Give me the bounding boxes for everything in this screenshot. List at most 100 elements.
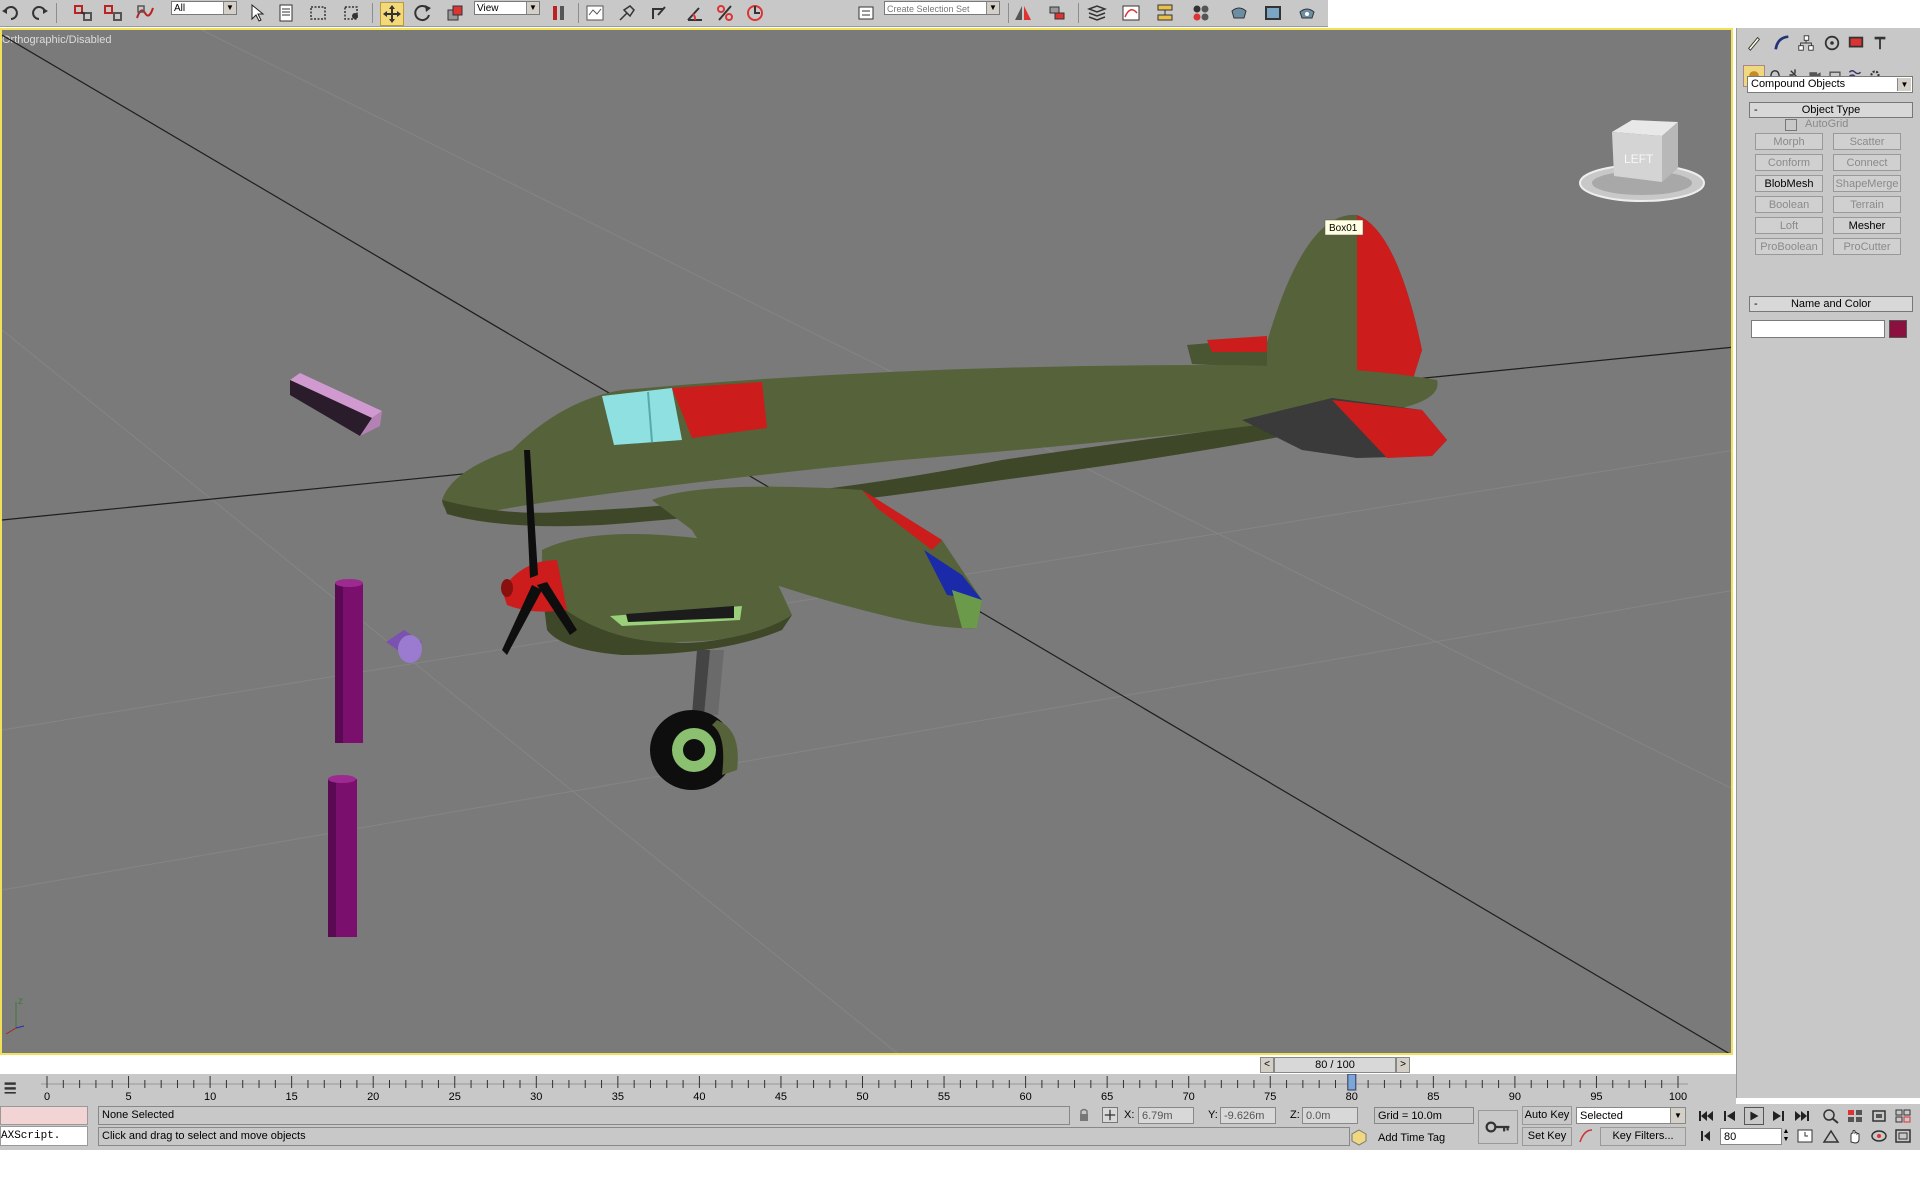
timeline-tick-label: 65 — [1101, 1091, 1113, 1103]
angle-snap-icon[interactable] — [684, 2, 706, 24]
modify-tab-icon[interactable] — [1771, 32, 1793, 54]
rectangular-region-icon[interactable] — [307, 2, 329, 24]
next-key-icon[interactable] — [1768, 1108, 1788, 1124]
select-link-icon[interactable] — [72, 2, 94, 24]
viewcube[interactable]: LEFT — [1579, 120, 1705, 202]
object-name-field[interactable] — [1751, 320, 1885, 338]
next-frame-icon[interactable]: > — [1396, 1057, 1410, 1073]
conform-button[interactable]: Conform — [1755, 154, 1823, 171]
mirror-icon[interactable] — [1012, 2, 1034, 24]
timeline-ruler[interactable]: 0 5 10 15 20 25 30 35 40 45 50 55 60 65 70 75 80 85 90 95 10… — [0, 1074, 1736, 1104]
select-manipulate-icon[interactable] — [584, 2, 606, 24]
zoom-extents-all-icon[interactable] — [1894, 1108, 1912, 1124]
morph-button[interactable]: Morph — [1755, 133, 1823, 150]
selection-status: None Selected — [98, 1106, 1070, 1125]
pan-view-icon[interactable] — [1846, 1128, 1864, 1144]
default-tangents-icon[interactable] — [1578, 1128, 1594, 1144]
window-crossing-icon[interactable] — [341, 2, 363, 24]
scatter-button[interactable]: Scatter — [1833, 133, 1901, 150]
blobmesh-button[interactable]: BlobMesh — [1755, 175, 1823, 192]
connect-button[interactable]: Connect — [1833, 154, 1901, 171]
maximize-viewport-icon[interactable] — [1894, 1128, 1912, 1144]
svg-text:Box01: Box01 — [1329, 223, 1358, 234]
object-color-swatch[interactable] — [1889, 320, 1907, 338]
terrain-button[interactable]: Terrain — [1833, 196, 1901, 213]
undo-icon[interactable] — [0, 2, 22, 24]
auto-key-button[interactable]: Auto Key — [1522, 1106, 1572, 1125]
proboolean-button[interactable]: ProBoolean — [1755, 238, 1823, 255]
name-and-color-rollout-header[interactable]: - Name and Color — [1749, 296, 1913, 312]
select-move-icon[interactable] — [380, 2, 404, 26]
percent-snap-icon[interactable] — [714, 2, 736, 24]
select-rotate-icon[interactable] — [412, 2, 434, 24]
procutter-button[interactable]: ProCutter — [1833, 238, 1901, 255]
set-keys-key-icon[interactable] — [1478, 1110, 1518, 1144]
loft-button[interactable]: Loft — [1755, 217, 1823, 234]
y-coordinate-field[interactable]: -9.626m — [1220, 1107, 1276, 1124]
shapemerge-button[interactable]: ShapeMerge — [1833, 175, 1901, 192]
go-to-end-icon[interactable] — [1792, 1108, 1812, 1124]
material-editor-icon[interactable] — [1190, 2, 1212, 24]
reference-coordinate-dropdown[interactable]: View ▼ — [474, 1, 540, 15]
rendered-frame-icon[interactable] — [1262, 2, 1284, 24]
field-of-view-icon[interactable] — [1822, 1128, 1840, 1144]
frame-indicator[interactable]: 80 / 100 — [1274, 1057, 1396, 1073]
category-dropdown[interactable]: Compound Objects ▼ — [1747, 76, 1913, 93]
hierarchy-tab-icon[interactable] — [1795, 32, 1817, 54]
redo-icon[interactable] — [28, 2, 50, 24]
align-icon[interactable] — [1046, 2, 1068, 24]
set-key-button[interactable]: Set Key — [1522, 1127, 1572, 1146]
go-to-start-icon[interactable] — [1696, 1108, 1716, 1124]
previous-key-icon[interactable] — [1720, 1108, 1740, 1124]
select-scale-icon[interactable] — [444, 2, 466, 24]
z-coordinate-field[interactable]: 0.0m — [1302, 1107, 1358, 1124]
maxscript-listener[interactable]: AXScript. — [0, 1126, 88, 1146]
x-coordinate-field[interactable]: 6.79m — [1138, 1107, 1194, 1124]
perspective-viewport[interactable]: Orthographic/Disabled z Box01 LEFT — [0, 28, 1733, 1055]
spinner-snap-icon[interactable] — [744, 2, 766, 24]
key-filters-button[interactable]: Key Filters... — [1600, 1127, 1686, 1146]
time-tag-icon[interactable] — [1350, 1128, 1368, 1146]
key-mode-toggle-icon[interactable] — [1696, 1128, 1716, 1144]
schematic-view-icon[interactable] — [1154, 2, 1176, 24]
render-icon[interactable] — [1296, 2, 1318, 24]
selection-lock-icon[interactable] — [1078, 1108, 1090, 1122]
snap-toggle-icon[interactable] — [648, 2, 670, 24]
display-tab-icon[interactable] — [1845, 32, 1867, 54]
select-by-name-icon[interactable] — [276, 2, 298, 24]
frame-spinner-icon[interactable]: ▲ ▼ — [1782, 1128, 1790, 1145]
curve-editor-icon[interactable] — [1120, 2, 1142, 24]
layer-manager-icon[interactable] — [1086, 2, 1108, 24]
motion-tab-icon[interactable] — [1821, 32, 1843, 54]
orbit-icon[interactable] — [1870, 1128, 1888, 1144]
previous-frame-icon[interactable]: < — [1260, 1057, 1274, 1073]
time-slider[interactable]: < 80 / 100 > — [1260, 1057, 1410, 1073]
pivot-center-icon[interactable] — [548, 2, 570, 24]
edit-named-sets-icon[interactable] — [855, 2, 877, 24]
absolute-mode-icon[interactable] — [1102, 1107, 1118, 1123]
keyboard-shortcut-icon[interactable] — [616, 2, 638, 24]
zoom-all-icon[interactable] — [1846, 1108, 1864, 1124]
selection-filter-dropdown[interactable]: All ▼ — [171, 1, 237, 15]
add-time-tag[interactable]: Add Time Tag — [1378, 1132, 1445, 1144]
named-selection-set-dropdown[interactable]: Create Selection Set ▼ — [884, 1, 1000, 15]
maxscript-listener-pink[interactable] — [0, 1106, 88, 1125]
play-icon[interactable] — [1744, 1107, 1764, 1125]
select-object-icon[interactable] — [246, 2, 268, 24]
bind-space-warp-icon[interactable] — [134, 2, 156, 24]
current-frame-field[interactable]: 80 — [1720, 1128, 1782, 1145]
track-bar[interactable]: 0 5 10 15 20 25 30 35 40 45 50 55 60 65 70 75 80 85 90 95 10… — [0, 1074, 1736, 1104]
create-tab-icon[interactable] — [1743, 32, 1765, 54]
render-setup-icon[interactable] — [1228, 2, 1250, 24]
time-configuration-icon[interactable] — [1796, 1128, 1814, 1144]
timeline-tick-label: 95 — [1590, 1091, 1602, 1103]
autogrid-checkbox[interactable] — [1785, 119, 1797, 131]
zoom-icon[interactable] — [1822, 1108, 1840, 1124]
mesher-button[interactable]: Mesher — [1833, 217, 1901, 234]
zoom-extents-icon[interactable] — [1870, 1108, 1888, 1124]
unlink-icon[interactable] — [102, 2, 124, 24]
boolean-button[interactable]: Boolean — [1755, 196, 1823, 213]
utilities-tab-icon[interactable] — [1869, 32, 1891, 54]
object-type-rollout-header[interactable]: - Object Type — [1749, 102, 1913, 118]
key-mode-dropdown[interactable]: Selected ▼ — [1576, 1107, 1686, 1124]
